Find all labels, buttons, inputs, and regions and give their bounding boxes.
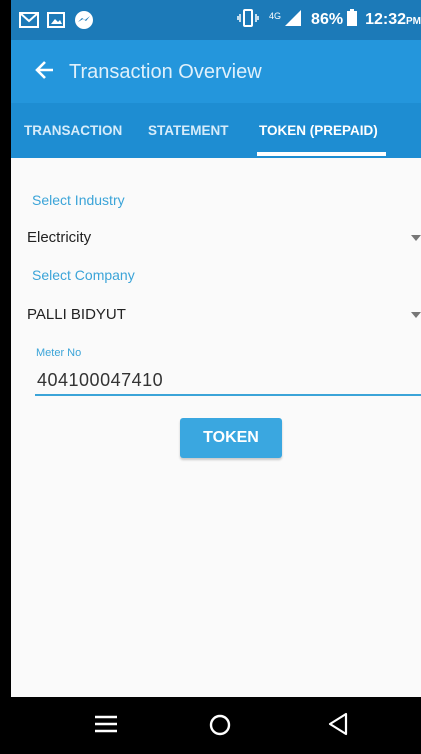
company-select[interactable]: PALLI BIDYUT [11, 300, 421, 332]
navigation-bar [11, 697, 421, 754]
app-bar: Transaction Overview [11, 40, 421, 103]
page-title: Transaction Overview [69, 61, 262, 83]
battery-icon [347, 9, 358, 31]
chevron-down-icon [411, 312, 421, 318]
chevron-down-icon [411, 235, 421, 241]
tab-bar: TRANSACTION STATEMENT TOKEN (PREPAID) [11, 103, 421, 158]
clock-ampm: PM [406, 16, 421, 27]
tab-token-prepaid[interactable]: TOKEN (PREPAID) [259, 123, 378, 138]
active-tab-indicator [257, 152, 386, 156]
back-icon[interactable] [327, 712, 349, 741]
industry-select[interactable]: Electricity [11, 222, 421, 254]
token-button[interactable]: TOKEN [180, 418, 282, 458]
industry-value: Electricity [27, 229, 92, 246]
clock: 12:32PM [365, 11, 421, 29]
tab-transaction[interactable]: TRANSACTION [24, 123, 122, 138]
status-bar: 4G 86% 12:32PM [11, 0, 421, 40]
gmail-icon [19, 12, 39, 33]
status-right: 4G 86% 12:32PM [237, 0, 421, 40]
industry-label: Select Industry [32, 192, 125, 208]
company-value: PALLI BIDYUT [27, 306, 126, 323]
tab-statement[interactable]: STATEMENT [148, 123, 229, 138]
clock-time: 12:32 [365, 11, 406, 28]
back-arrow-icon[interactable] [33, 58, 57, 87]
network-type: 4G [269, 11, 282, 21]
gallery-icon [47, 12, 65, 33]
company-label: Select Company [32, 267, 135, 283]
menu-icon[interactable] [95, 714, 117, 739]
messenger-icon [74, 10, 94, 35]
vibrate-icon [237, 8, 259, 32]
signal-icon [285, 9, 302, 31]
meter-no-label: Meter No [36, 347, 82, 359]
app-screen: 4G 86% 12:32PM Transaction Overview TRAN… [11, 0, 421, 754]
home-icon[interactable] [208, 713, 232, 742]
battery-level: 86% [311, 11, 344, 28]
meter-no-input[interactable] [35, 366, 421, 396]
